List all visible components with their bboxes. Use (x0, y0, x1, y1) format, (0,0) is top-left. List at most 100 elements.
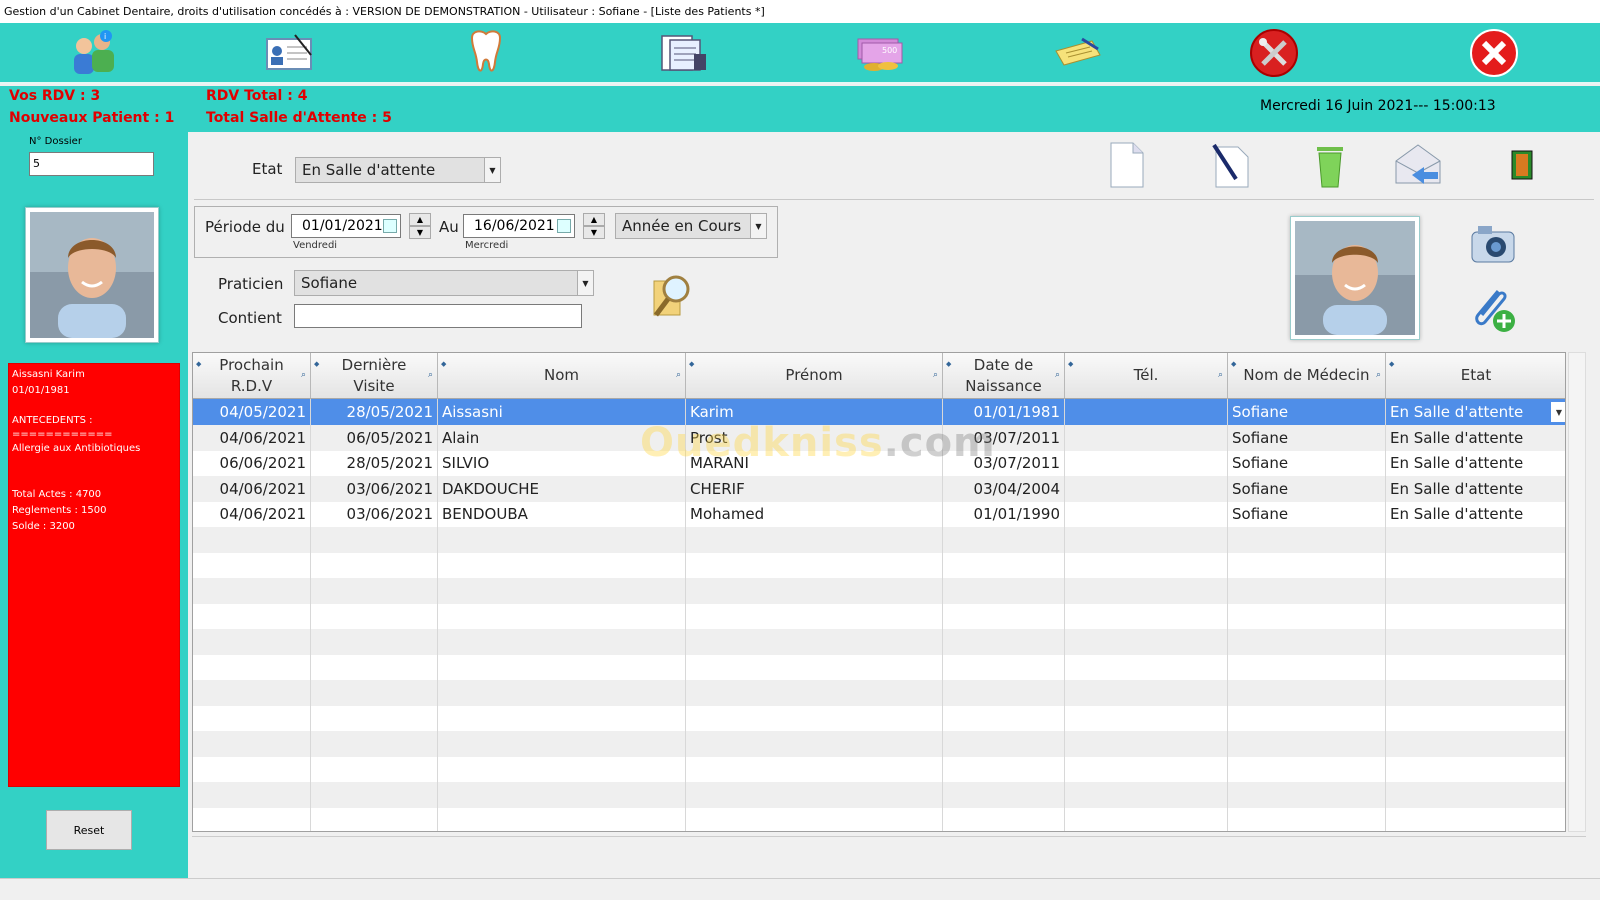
vertical-scrollbar[interactable] (1568, 352, 1586, 832)
cell-date-naissance (943, 705, 1065, 731)
column-header-medecin[interactable]: ◆ Nom de Médecin ⌕ (1228, 353, 1386, 399)
range-select-value: Année en Cours (622, 217, 742, 235)
table-row[interactable] (193, 679, 1565, 706)
cell-nom (438, 654, 686, 680)
table-row[interactable] (193, 603, 1565, 629)
cell-date-naissance: 03/04/2004 (943, 475, 1065, 502)
new-document-icon[interactable] (1106, 140, 1146, 190)
cell-date-naissance: 01/01/1981 (943, 399, 1065, 425)
table-row[interactable] (193, 654, 1565, 680)
contient-input[interactable] (294, 304, 582, 328)
delete-trash-icon[interactable] (1310, 140, 1350, 190)
mail-reply-icon[interactable] (1392, 138, 1444, 190)
table-row[interactable] (193, 628, 1565, 655)
table-row[interactable] (193, 526, 1565, 553)
table-row[interactable]: 04/06/2021 06/05/2021 Alain Prost 03/07/2011… (193, 424, 1565, 451)
table-row[interactable]: 04/06/2021 03/06/2021 DAKDOUCHE CHERIF 03/04… (193, 475, 1565, 502)
table-row[interactable] (193, 552, 1565, 578)
patients-group-icon[interactable]: i (66, 27, 122, 79)
column-header-date-naissance[interactable]: ◆ Date de Naissance ⌕ (943, 353, 1065, 399)
cell-date-naissance (943, 603, 1065, 629)
cell-tel (1065, 679, 1228, 706)
date-from-stepper[interactable]: ▲ ▼ (409, 213, 431, 239)
table-row[interactable] (193, 730, 1565, 757)
tools-icon[interactable] (1246, 27, 1302, 79)
cell-prochain-rdv (193, 730, 311, 757)
date-to-field[interactable]: 16/06/2021 (463, 214, 575, 238)
cell-medecin (1228, 552, 1386, 578)
documents-icon[interactable] (656, 27, 712, 79)
exit-door-icon[interactable] (1508, 146, 1536, 184)
svg-text:500: 500 (882, 46, 897, 55)
tooth-icon[interactable] (458, 27, 514, 79)
calendar-icon[interactable] (557, 219, 571, 233)
calendar-icon[interactable] (383, 219, 397, 233)
table-row[interactable] (193, 577, 1565, 604)
table-row[interactable]: 06/06/2021 28/05/2021 SILVIO MARANI 03/07/20… (193, 450, 1565, 476)
chevron-down-icon[interactable]: ▼ (1551, 402, 1565, 422)
cell-tel (1065, 807, 1228, 831)
attachment-add-icon[interactable] (1466, 284, 1520, 336)
patient-card-icon[interactable] (262, 27, 318, 79)
column-header-prochain-rdv[interactable]: ◆ Prochain R.D.V ⌕ (193, 353, 311, 399)
patient-photo-large (1290, 216, 1420, 340)
cell-derniere-visite: 03/06/2021 (311, 501, 438, 527)
column-header-derniere-visite[interactable]: ◆ Dernière Visite ⌕ (311, 353, 438, 399)
cell-nom (438, 603, 686, 629)
cell-tel (1065, 603, 1228, 629)
date-from-day: Vendredi (293, 240, 338, 251)
cell-medecin: Sofiane (1228, 475, 1386, 502)
table-row[interactable] (193, 705, 1565, 731)
etat-select[interactable]: En Salle d'attente ▼ (295, 157, 501, 183)
camera-icon[interactable] (1466, 220, 1520, 268)
close-app-icon[interactable] (1466, 27, 1522, 79)
cell-tel (1065, 577, 1228, 604)
cell-prochain-rdv: 04/06/2021 (193, 475, 311, 502)
filter-icon: ⌕ (1054, 370, 1060, 380)
cell-tel (1065, 781, 1228, 808)
table-row[interactable]: 04/06/2021 03/06/2021 BENDOUBA Mohamed 01/01… (193, 501, 1565, 527)
column-header-tel[interactable]: ◆ Tél. ⌕ (1065, 353, 1228, 399)
table-row[interactable] (193, 756, 1565, 782)
cell-date-naissance (943, 552, 1065, 578)
column-header-nom[interactable]: ◆ Nom ⌕ (438, 353, 686, 399)
cell-prochain-rdv (193, 603, 311, 629)
praticien-select[interactable]: Sofiane ▼ (294, 270, 594, 296)
reset-button[interactable]: Reset (46, 810, 132, 850)
cell-medecin (1228, 603, 1386, 629)
money-icon[interactable]: 500 (852, 27, 908, 79)
table-row[interactable] (193, 781, 1565, 808)
filter-icon: ⌕ (932, 370, 938, 380)
divider (194, 199, 1594, 200)
cell-prochain-rdv: 04/05/2021 (193, 399, 311, 425)
cell-medecin (1228, 730, 1386, 757)
range-select[interactable]: Année en Cours ▼ (615, 213, 767, 239)
date-to-stepper[interactable]: ▲ ▼ (583, 213, 605, 239)
cell-nom: BENDOUBA (438, 501, 686, 527)
cell-nom: DAKDOUCHE (438, 475, 686, 502)
payments-icon[interactable] (1050, 27, 1106, 79)
table-row[interactable] (193, 807, 1565, 831)
cell-prenom (686, 705, 943, 731)
column-header-etat[interactable]: ◆ Etat (1386, 353, 1565, 399)
info-line: ANTECEDENTS : (12, 415, 93, 426)
cell-prochain-rdv (193, 526, 311, 553)
cell-tel (1065, 756, 1228, 782)
total-salle-stat: Total Salle d'Attente : 5 (206, 110, 392, 126)
cell-etat (1386, 629, 1565, 655)
cell-prenom (686, 552, 943, 578)
dossier-field[interactable]: 5 (29, 152, 154, 176)
cell-etat: En Salle d'attente (1386, 476, 1565, 502)
cell-date-naissance (943, 628, 1065, 655)
date-from-field[interactable]: 01/01/2021 (291, 214, 401, 238)
edit-document-icon[interactable] (1208, 140, 1252, 190)
search-icon[interactable] (648, 270, 698, 324)
main-panel: Etat En Salle d'attente ▼ Période du 01/… (188, 132, 1600, 878)
cell-medecin (1228, 705, 1386, 731)
table-row[interactable]: 04/05/2021 28/05/2021 Aissasni Karim 01/01/1… (193, 399, 1565, 425)
info-line: Allergie aux Antibiotiques (12, 443, 141, 454)
column-header-prenom[interactable]: ◆ Prénom ⌕ (686, 353, 943, 399)
info-line: Total Actes : 4700 (12, 489, 102, 500)
cell-nom (438, 679, 686, 706)
cell-tel (1065, 654, 1228, 680)
